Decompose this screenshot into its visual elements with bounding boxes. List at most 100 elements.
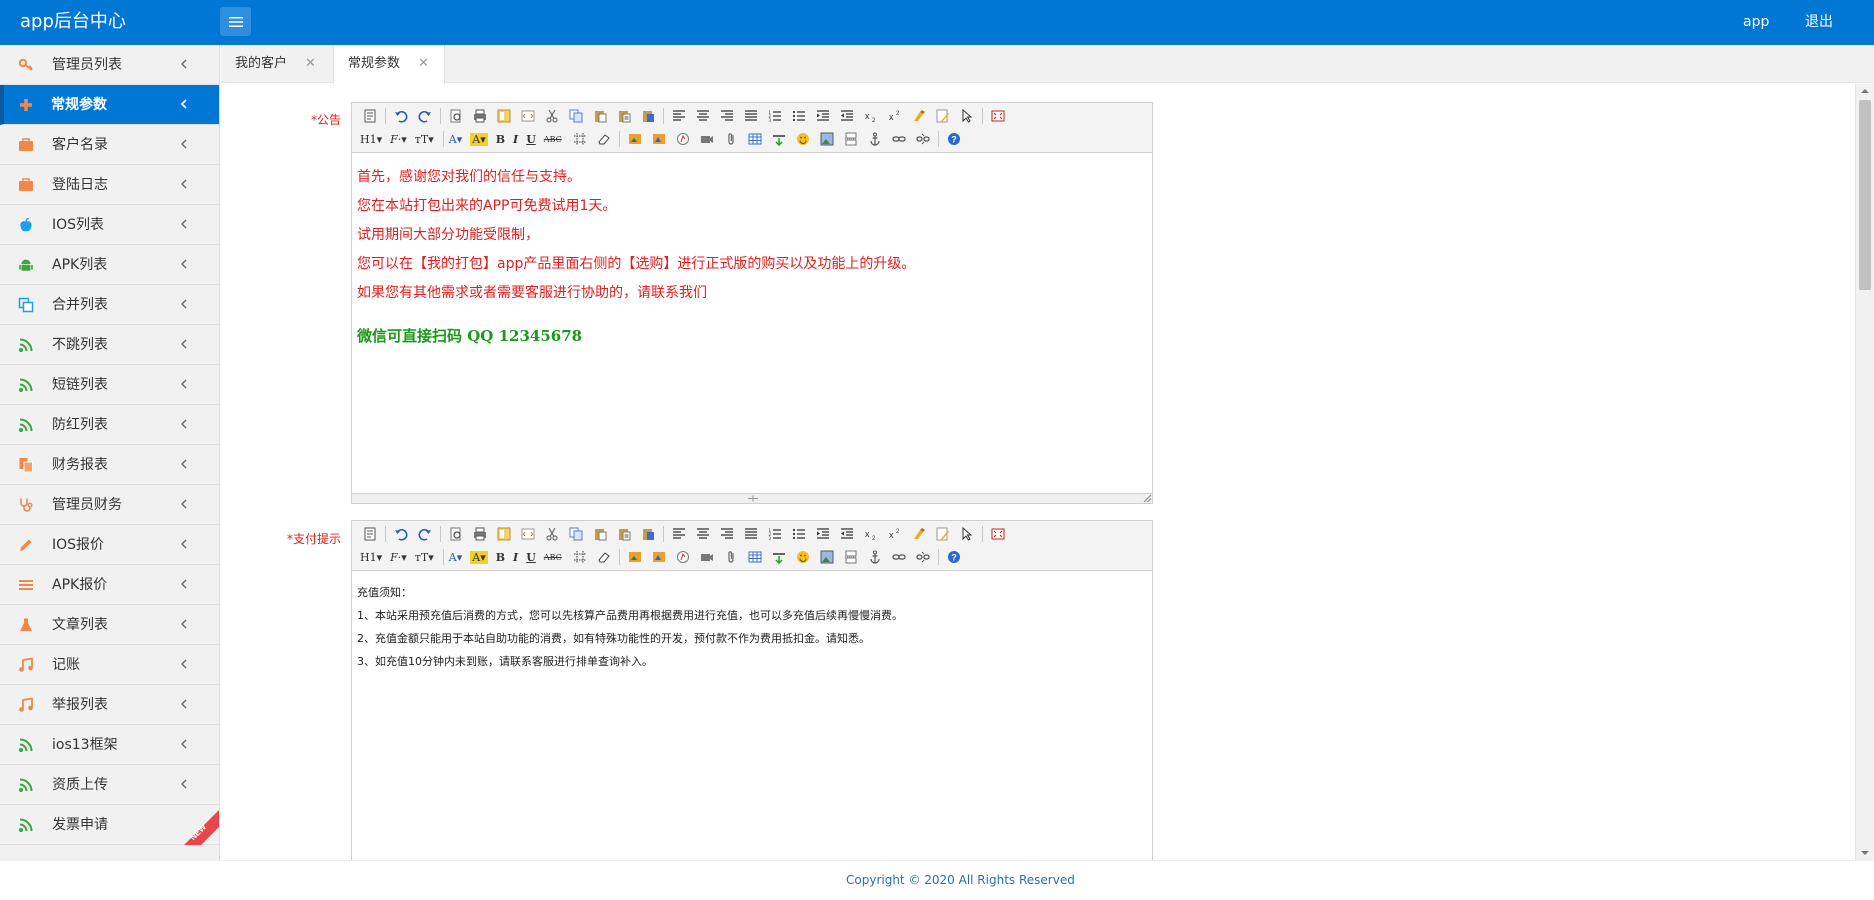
hr-icon[interactable] — [769, 129, 789, 149]
sidebar-item-apk-list[interactable]: APK列表 — [0, 245, 219, 285]
preview-icon[interactable] — [446, 524, 466, 544]
align-left-icon[interactable] — [669, 524, 689, 544]
indent-icon[interactable] — [813, 524, 833, 544]
unlink-icon[interactable] — [913, 129, 933, 149]
font-size-dropdown[interactable]: ᴛT▾ — [415, 133, 434, 146]
emoji-icon[interactable] — [793, 547, 813, 567]
sidebar-item-login-log[interactable]: 登陆日志 — [0, 165, 219, 205]
template-icon[interactable] — [494, 524, 514, 544]
link-icon[interactable] — [889, 547, 909, 567]
logout-link[interactable]: 退出 — [1805, 0, 1833, 44]
template-icon[interactable] — [494, 106, 514, 126]
hash-icon[interactable] — [570, 129, 590, 149]
image-manager-icon[interactable] — [817, 547, 837, 567]
indent-icon[interactable] — [813, 106, 833, 126]
bullet-list-icon[interactable] — [789, 106, 809, 126]
heading-dropdown[interactable]: H1▾ — [360, 551, 382, 564]
text-color-button[interactable]: A▾ — [449, 133, 462, 146]
fullscreen-icon[interactable] — [988, 106, 1008, 126]
pagebreak-icon[interactable] — [841, 547, 861, 567]
italic-button[interactable]: I — [513, 133, 518, 146]
print-icon[interactable] — [470, 524, 490, 544]
emoji-icon[interactable] — [793, 129, 813, 149]
sidebar-item-customers[interactable]: 客户名录 — [0, 125, 219, 165]
payment-tip-editor[interactable]: 123 x2 x2 H1▾ F·▾ ᴛT▾ A▾ A▾ B I U ABC ? … — [351, 520, 1153, 860]
hr-icon[interactable] — [769, 547, 789, 567]
sidebar-item-finance-report[interactable]: 财务报表 — [0, 445, 219, 485]
font-family-dropdown[interactable]: F·▾ — [390, 133, 407, 146]
source-icon[interactable] — [360, 524, 380, 544]
app-logo[interactable]: app后台中心 — [20, 0, 126, 44]
redo-icon[interactable] — [415, 106, 435, 126]
sidebar-item-ios-price[interactable]: IOS报价 — [0, 525, 219, 565]
bold-button[interactable]: B — [496, 133, 505, 146]
sidebar-item-admin-list[interactable]: 管理员列表 — [0, 45, 219, 85]
cut-icon[interactable] — [542, 106, 562, 126]
sidebar-item-shortlink-list[interactable]: 短链列表 — [0, 365, 219, 405]
align-right-icon[interactable] — [717, 524, 737, 544]
font-size-dropdown[interactable]: ᴛT▾ — [415, 551, 434, 564]
italic-button[interactable]: I — [513, 551, 518, 564]
justify-icon[interactable] — [741, 106, 761, 126]
sidebar-item-ios13-frame[interactable]: ios13框架 — [0, 725, 219, 765]
strikethrough-button[interactable]: ABC — [544, 553, 562, 562]
fullscreen-icon[interactable] — [988, 524, 1008, 544]
preview-icon[interactable] — [446, 106, 466, 126]
copy-icon[interactable] — [566, 106, 586, 126]
superscript-icon[interactable]: x2 — [885, 106, 905, 126]
table-icon[interactable] — [745, 129, 765, 149]
outdent-icon[interactable] — [837, 106, 857, 126]
select-all-icon[interactable] — [933, 106, 953, 126]
sidebar-item-general-params[interactable]: 常规参数 — [0, 85, 219, 125]
tab-general-params[interactable]: 常规参数 ✕ — [333, 45, 445, 84]
pagebreak-icon[interactable] — [841, 129, 861, 149]
outdent-icon[interactable] — [837, 524, 857, 544]
clear-format-icon[interactable] — [909, 106, 929, 126]
scroll-down-icon[interactable] — [1860, 849, 1870, 857]
flash-icon[interactable] — [673, 547, 693, 567]
code-icon[interactable] — [518, 524, 538, 544]
sidebar-item-antired-list[interactable]: 防红列表 — [0, 405, 219, 445]
notice-editor[interactable]: 123 x2 x2 H1▾ F·▾ ᴛT▾ A▾ A▾ B I U ABC ? … — [351, 102, 1153, 504]
sidebar-item-article-list[interactable]: 文章列表 — [0, 605, 219, 645]
paste-icon[interactable] — [590, 106, 610, 126]
attachment-icon[interactable] — [721, 547, 741, 567]
sidebar-item-merge-list[interactable]: 合并列表 — [0, 285, 219, 325]
help-icon[interactable]: ? — [944, 129, 964, 149]
heading-dropdown[interactable]: H1▾ — [360, 133, 382, 146]
tab-my-customers[interactable]: 我的客户 ✕ — [221, 45, 333, 83]
sidebar-item-nojump-list[interactable]: 不跳列表 — [0, 325, 219, 365]
page-scrollbar[interactable] — [1855, 84, 1874, 860]
clear-format-icon[interactable] — [909, 524, 929, 544]
sidebar-item-qualification-upload[interactable]: 资质上传 — [0, 765, 219, 805]
insert-image-icon[interactable] — [625, 129, 645, 149]
ordered-list-icon[interactable]: 123 — [765, 524, 785, 544]
close-icon[interactable]: ✕ — [305, 45, 316, 83]
underline-button[interactable]: U — [526, 551, 536, 564]
scrollbar-thumb[interactable] — [1859, 100, 1871, 290]
select-all-icon[interactable] — [933, 524, 953, 544]
menu-toggle-button[interactable] — [220, 7, 251, 36]
ordered-list-icon[interactable]: 123 — [765, 106, 785, 126]
align-center-icon[interactable] — [693, 524, 713, 544]
paste-text-icon[interactable] — [614, 106, 634, 126]
sidebar-item-apk-price[interactable]: APK报价 — [0, 565, 219, 605]
anchor-icon[interactable] — [865, 129, 885, 149]
multi-image-icon[interactable] — [649, 547, 669, 567]
payment-editor-body[interactable]: 充值须知： 1、本站采用预充值后消费的方式，您可以先核算产品费用再根据费用进行充… — [352, 571, 1152, 683]
subscript-icon[interactable]: x2 — [861, 106, 881, 126]
sidebar-item-ios-list[interactable]: IOS列表 — [0, 205, 219, 245]
flash-icon[interactable] — [673, 129, 693, 149]
table-icon[interactable] — [745, 547, 765, 567]
paste-text-icon[interactable] — [614, 524, 634, 544]
close-icon[interactable]: ✕ — [418, 45, 429, 83]
eraser-icon[interactable] — [594, 547, 614, 567]
multi-image-icon[interactable] — [649, 129, 669, 149]
notice-editor-body[interactable]: 首先，感谢您对我们的信任与支持。 您在本站打包出来的APP可免费试用1天。 试用… — [352, 153, 1152, 361]
paste-word-icon[interactable] — [638, 524, 658, 544]
print-icon[interactable] — [470, 106, 490, 126]
hash-icon[interactable] — [570, 547, 590, 567]
cursor-icon[interactable] — [957, 524, 977, 544]
undo-icon[interactable] — [391, 524, 411, 544]
paste-icon[interactable] — [590, 524, 610, 544]
